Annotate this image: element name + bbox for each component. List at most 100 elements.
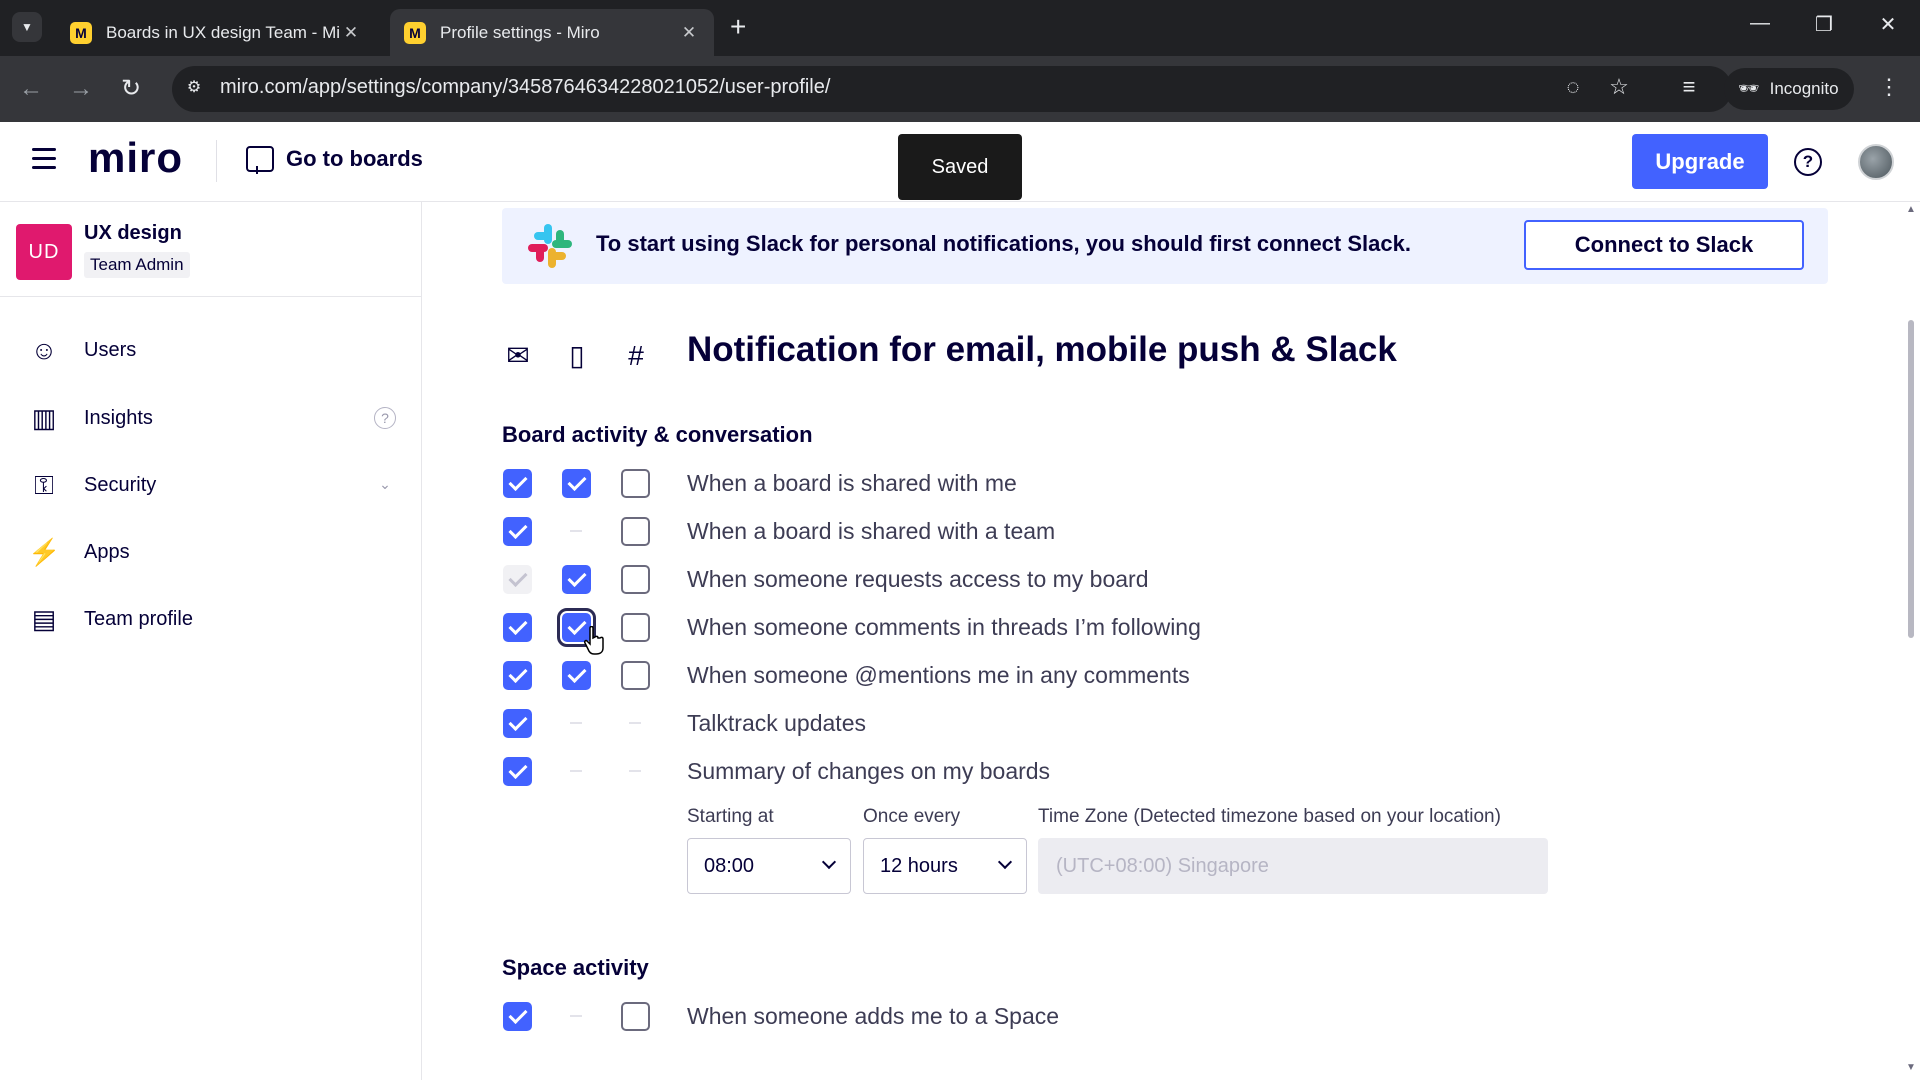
chevron-down-icon[interactable]: ⌄ bbox=[374, 474, 396, 496]
sidebar-item-label: Users bbox=[84, 338, 137, 361]
forward-icon[interactable]: → bbox=[66, 74, 96, 104]
tab-title: Boards in UX design Team - Mi bbox=[106, 22, 340, 42]
chevron-down-icon bbox=[997, 854, 1013, 870]
tab-title: Profile settings - Miro bbox=[440, 22, 600, 42]
sidebar-item-team-profile[interactable]: ▤ Team profile bbox=[0, 591, 420, 647]
scroll-up-icon[interactable]: ▲ bbox=[1906, 204, 1916, 215]
team-role-badge: Team Admin bbox=[84, 252, 190, 278]
notification-row-label: Talktrack updates bbox=[687, 710, 866, 736]
email-checkbox bbox=[503, 565, 532, 594]
mouse-cursor-icon bbox=[584, 626, 604, 655]
slack-checkbox[interactable] bbox=[621, 469, 650, 498]
email-checkbox[interactable] bbox=[503, 757, 532, 786]
once-every-label: Once every bbox=[863, 806, 961, 827]
back-icon[interactable]: ← bbox=[16, 74, 46, 104]
mobile-checkbox bbox=[562, 709, 591, 738]
mobile-checkbox bbox=[562, 757, 591, 786]
once-every-select[interactable]: 12 hours bbox=[863, 838, 1027, 894]
slack-checkbox[interactable] bbox=[621, 613, 650, 642]
layout-icon: ▤ bbox=[31, 604, 57, 634]
sidebar-item-label: Security bbox=[84, 473, 157, 496]
starting-at-label: Starting at bbox=[687, 806, 774, 827]
reload-icon[interactable]: ↻ bbox=[116, 74, 146, 104]
mobile-checkbox bbox=[562, 517, 591, 546]
header-divider bbox=[216, 140, 217, 182]
go-to-boards-label: Go to boards bbox=[286, 146, 423, 171]
email-icon: ✉ bbox=[506, 340, 530, 371]
key-icon: ⚿ bbox=[34, 470, 54, 500]
incognito-indicator[interactable]: 🕶 Incognito bbox=[1724, 68, 1854, 110]
mobile-checkbox[interactable] bbox=[562, 469, 591, 498]
sidebar-item-apps[interactable]: ⚡ Apps bbox=[0, 524, 420, 580]
mobile-checkbox[interactable] bbox=[562, 661, 591, 690]
board-icon bbox=[246, 146, 274, 174]
timezone-field: (UTC+08:00) Singapore bbox=[1038, 838, 1548, 894]
incognito-label: Incognito bbox=[1769, 79, 1839, 98]
board-activity-heading: Board activity & conversation bbox=[502, 422, 813, 447]
slack-checkbox[interactable] bbox=[621, 565, 650, 594]
slack-checkbox[interactable] bbox=[621, 1002, 650, 1031]
notification-row-label: When a board is shared with a team bbox=[687, 518, 1056, 544]
sidebar-item-users[interactable]: ☺ Users bbox=[0, 322, 420, 378]
scrollbar-thumb[interactable] bbox=[1908, 320, 1914, 638]
sidebar-item-security[interactable]: ⚿ Security ⌄ bbox=[0, 457, 420, 513]
slack-checkbox[interactable] bbox=[621, 661, 650, 690]
email-checkbox[interactable] bbox=[503, 517, 532, 546]
slack-checkbox[interactable] bbox=[621, 517, 650, 546]
slack-logo-icon bbox=[528, 224, 572, 268]
slack-banner-text: To start using Slack for personal notifi… bbox=[596, 231, 1411, 256]
slack-icon: # bbox=[628, 340, 644, 371]
miro-logo[interactable]: miro bbox=[88, 134, 183, 182]
email-checkbox[interactable] bbox=[503, 1002, 532, 1031]
user-avatar[interactable] bbox=[1858, 144, 1894, 180]
browser-tab-profile-settings[interactable]: M Profile settings - Miro ✕ bbox=[390, 9, 714, 56]
email-checkbox[interactable] bbox=[503, 709, 532, 738]
bookmark-star-icon[interactable]: ☆ bbox=[1604, 74, 1634, 100]
notification-row-label: When someone requests access to my board bbox=[687, 566, 1149, 592]
browser-tab-boards[interactable]: M Boards in UX design Team - Mi ✕ bbox=[56, 9, 376, 56]
tab-search-button[interactable]: ▼ bbox=[12, 12, 42, 42]
space-activity-heading: Space activity bbox=[502, 955, 649, 980]
mobile-checkbox bbox=[562, 1002, 591, 1031]
email-checkbox[interactable] bbox=[503, 613, 532, 642]
url-text[interactable]: miro.com/app/settings/company/3458764634… bbox=[220, 76, 830, 99]
starting-at-select[interactable]: 08:00 bbox=[687, 838, 851, 894]
minimize-icon[interactable]: — bbox=[1740, 12, 1780, 35]
upgrade-button[interactable]: Upgrade bbox=[1632, 134, 1768, 189]
mobile-icon: ▯ bbox=[569, 340, 585, 371]
saved-toast: Saved bbox=[898, 134, 1022, 200]
mobile-checkbox[interactable] bbox=[562, 565, 591, 594]
sidebar-item-insights[interactable]: ▥ Insights ? bbox=[0, 390, 420, 446]
miro-favicon-icon: M bbox=[404, 21, 426, 44]
sidebar-item-label: Insights bbox=[84, 406, 153, 429]
plug-icon: ⚡ bbox=[28, 537, 61, 567]
new-tab-button[interactable]: + bbox=[730, 12, 746, 42]
site-settings-icon[interactable]: ⚙ bbox=[182, 77, 206, 101]
notifications-title: Notification for email, mobile push & Sl… bbox=[687, 330, 1397, 369]
bar-chart-icon: ▥ bbox=[31, 403, 57, 433]
hamburger-menu-icon[interactable] bbox=[32, 148, 56, 170]
connect-to-slack-button[interactable]: Connect to Slack bbox=[1524, 220, 1804, 270]
miro-favicon-icon: M bbox=[70, 21, 92, 44]
sidebar-item-label: Team profile bbox=[84, 607, 193, 630]
tab-close-icon[interactable]: ✕ bbox=[340, 23, 362, 43]
email-checkbox[interactable] bbox=[503, 469, 532, 498]
sidebar-item-label: Apps bbox=[84, 540, 130, 563]
window-close-icon[interactable]: ✕ bbox=[1868, 12, 1908, 37]
starting-at-value: 08:00 bbox=[704, 854, 755, 877]
go-to-boards-button[interactable]: Go to boards bbox=[246, 146, 423, 174]
info-icon[interactable]: ? bbox=[374, 407, 396, 429]
browser-menu-icon[interactable]: ⋮ bbox=[1878, 74, 1900, 100]
timezone-label: Time Zone (Detected timezone based on yo… bbox=[1038, 806, 1501, 827]
slack-checkbox bbox=[621, 757, 650, 786]
scroll-down-icon[interactable]: ▼ bbox=[1906, 1062, 1916, 1073]
restore-icon[interactable]: ❐ bbox=[1804, 12, 1844, 37]
sidebar-divider bbox=[0, 296, 422, 297]
tab-close-icon[interactable]: ✕ bbox=[678, 23, 700, 43]
email-checkbox[interactable] bbox=[503, 661, 532, 690]
eye-off-icon[interactable]: ◌ bbox=[1558, 74, 1588, 100]
help-icon[interactable]: ? bbox=[1794, 148, 1822, 176]
reading-list-icon[interactable]: ≡ bbox=[1674, 74, 1704, 100]
slack-checkbox bbox=[621, 709, 650, 738]
once-every-value: 12 hours bbox=[880, 854, 958, 877]
